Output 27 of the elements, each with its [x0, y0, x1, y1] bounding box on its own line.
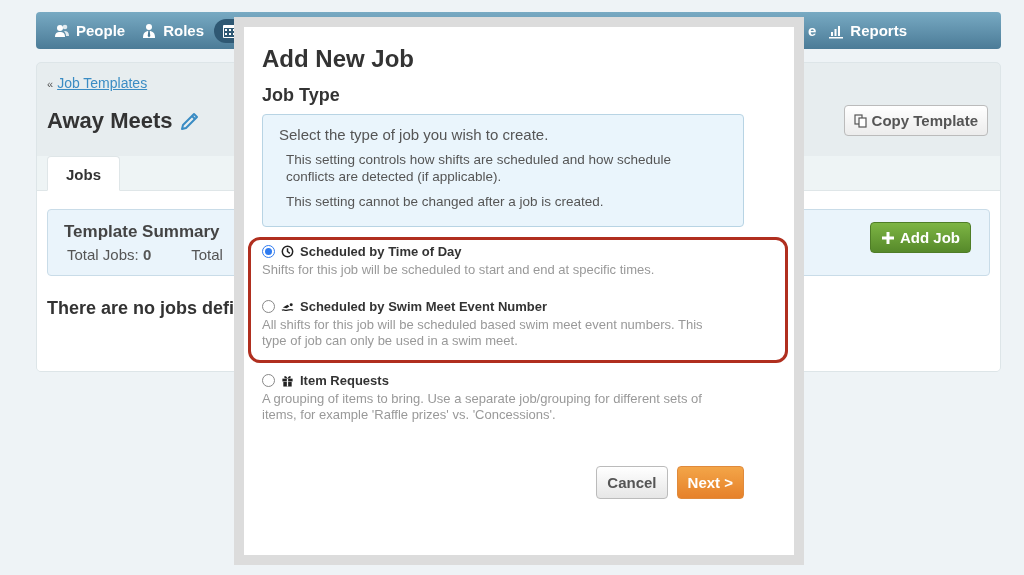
empty-message: There are no jobs defi [47, 298, 235, 319]
summary-title: Template Summary [64, 222, 221, 242]
modal-title: Add New Job [262, 45, 415, 73]
nav-item[interactable]: People [50, 18, 130, 43]
nav-item[interactable]: Roles [137, 18, 209, 43]
total-text: Total [191, 246, 223, 263]
info-note: This setting cannot be changed after a job is created. [286, 193, 605, 210]
option-label: Scheduled by Swim Meet Event Number [300, 298, 548, 314]
page-title: Away Meets [47, 107, 173, 134]
tab[interactable]: Jobs [47, 156, 120, 191]
section-heading: Job Type [262, 85, 341, 106]
nav-item[interactable]: Reports [824, 18, 911, 43]
breadcrumb-link[interactable]: Job Templates [57, 75, 148, 91]
info-lead: Select the type of job you wish to create. [279, 126, 550, 143]
option-description: A grouping of items to bring. Use a separate job/grouping for different sets of items, for example 'Raffle prizes' vs. 'Concessions'. [262, 390, 703, 424]
option-description: All shifts for this job will be scheduled based swim meet event numbers. This type of job can only be used in a swim meet. [262, 316, 704, 350]
total-text: Total Jobs: 0 [67, 246, 152, 263]
option-label: Scheduled by Time of Day [300, 244, 462, 259]
cancel-button[interactable]: Cancel [596, 465, 668, 499]
next-button[interactable]: Next > [676, 465, 744, 499]
breadcrumb-separator: « [47, 78, 54, 90]
copy-template-button[interactable]: Copy Template [843, 105, 988, 136]
option-label: Item Requests [300, 372, 389, 388]
info-note: This setting controls how shifts are scheduled and how schedule conflicts are detected (if applicable). [286, 151, 672, 185]
add-job-button[interactable]: Add Job [870, 222, 971, 253]
nav-item[interactable]: e [803, 18, 821, 43]
option-description: Shifts for this job will be scheduled to start and end at specific times. [262, 262, 656, 279]
